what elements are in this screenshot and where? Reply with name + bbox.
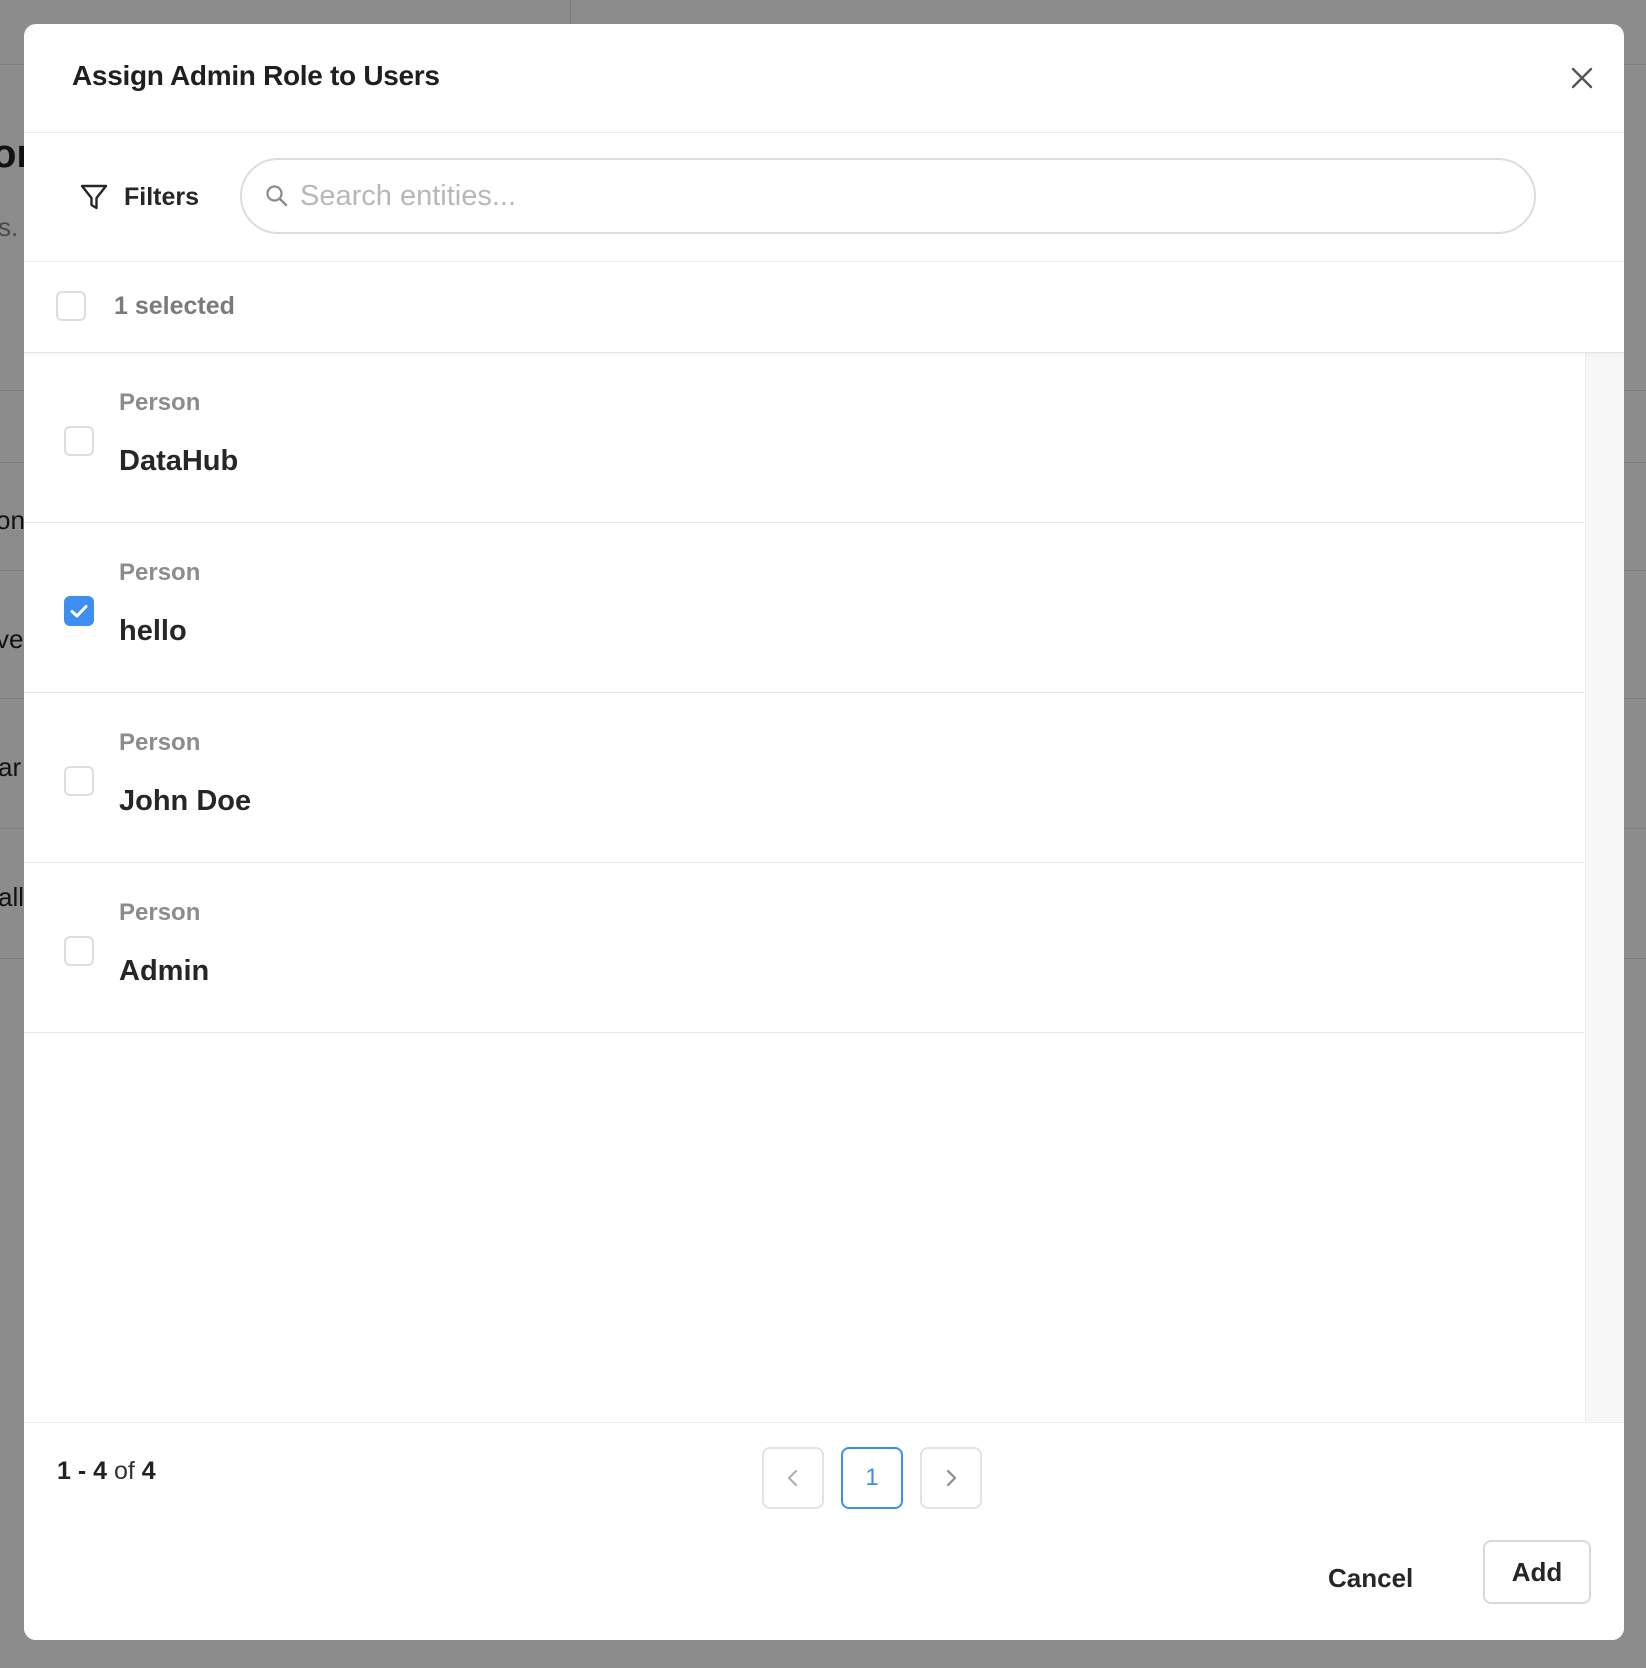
entity-type: Person [119,389,201,416]
range-end: 4 [93,1457,108,1485]
entity-name: DataHub [119,445,239,477]
range-of: of [107,1457,142,1485]
search-icon [266,185,288,207]
add-button[interactable]: Add [1483,1540,1591,1604]
assign-role-modal: Assign Admin Role to Users Filters 1 sel… [24,24,1624,1640]
entity-name: hello [119,615,187,647]
selection-bar: 1 selected [24,262,1624,353]
range-start: 1 [57,1457,71,1485]
row-checkbox[interactable] [64,766,94,796]
modal-footer: Cancel Add [24,1521,1624,1640]
page-range: 1 - 4 of 4 [57,1457,156,1486]
row-checkbox[interactable] [64,596,94,626]
close-button[interactable] [1564,60,1600,96]
prev-page-button[interactable] [762,1447,824,1509]
select-all-checkbox[interactable] [56,291,86,321]
row-checkbox[interactable] [64,936,94,966]
entity-type: Person [119,729,201,756]
modal-header: Assign Admin Role to Users [24,24,1624,133]
search-box[interactable] [240,158,1536,234]
filters-label: Filters [124,182,200,211]
entity-name: Admin [119,955,210,987]
next-page-button[interactable] [920,1447,982,1509]
search-input[interactable] [298,178,1482,214]
modal-title: Assign Admin Role to Users [72,60,440,91]
entity-type: Person [119,559,201,586]
chevron-right-icon [946,1469,957,1487]
entity-list: Person DataHub Person hello Person John … [24,353,1624,1423]
row-checkbox[interactable] [64,426,94,456]
list-item[interactable]: Person Admin [24,863,1584,1033]
cancel-button[interactable]: Cancel [1328,1563,1413,1594]
range-separator: - [70,1457,94,1485]
list-item[interactable]: Person John Doe [24,693,1584,863]
page-1-button[interactable]: 1 [841,1447,903,1509]
selected-count: 1 selected [114,292,235,320]
range-total: 4 [141,1457,156,1485]
chevron-left-icon [787,1469,798,1487]
close-icon [1571,67,1593,89]
pagination-bar: 1 - 4 of 4 1 [24,1422,1624,1522]
search-toolbar: Filters [24,133,1624,262]
list-item[interactable]: Person hello [24,523,1584,693]
list-scrollbar[interactable] [1585,353,1624,1423]
entity-type: Person [119,899,201,926]
filters-button[interactable]: Filters [78,177,199,217]
funnel-icon [80,184,108,210]
checkmark-icon [70,605,88,618]
list-item[interactable]: Person DataHub [24,353,1584,523]
entity-name: John Doe [119,785,252,817]
